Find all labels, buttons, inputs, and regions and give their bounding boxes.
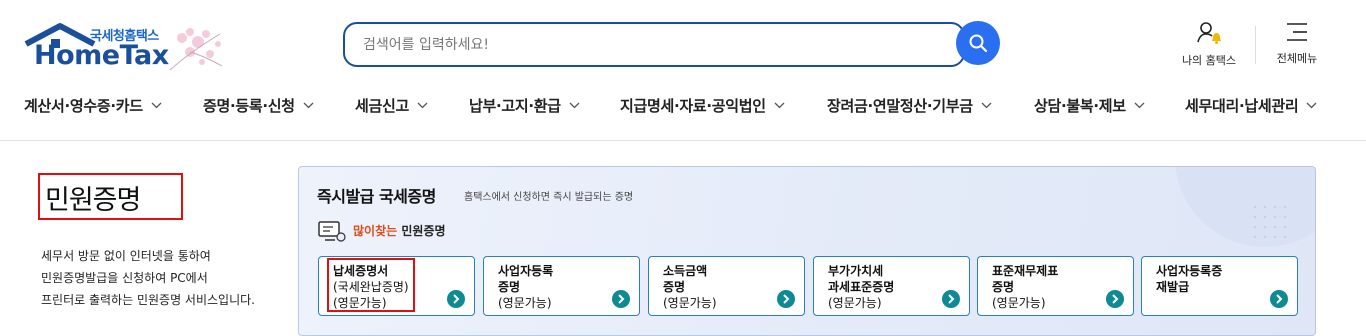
arrow-right-icon[interactable] [1106, 290, 1124, 308]
arrow-right-icon[interactable] [942, 290, 960, 308]
gnb-item-label: 증명·등록·신청 [203, 97, 295, 115]
chevron-down-icon [303, 102, 314, 109]
nav-divider [0, 140, 1366, 141]
arrow-right-icon[interactable] [447, 290, 465, 308]
hometax-logo[interactable]: 국세청홈택스 HomeTax [24, 22, 234, 74]
blossom-icon [169, 28, 223, 71]
card-vat-base-cert[interactable]: 부가가치세 과세표준증명 (영문가능) [813, 256, 970, 316]
gnb-item-payment[interactable]: 납부·고지·환급 [469, 95, 580, 116]
instant-issue-title: 즉시발급 국세증명 [317, 187, 436, 206]
chevron-down-icon [417, 102, 428, 109]
card-title: 부가가치세 [828, 264, 884, 278]
arrow-right-icon[interactable] [1270, 290, 1288, 308]
card-subtitle: (영문가능) [663, 296, 717, 310]
chevron-down-icon [1306, 102, 1317, 109]
card-title: 증명 [498, 280, 521, 294]
description-line: 민원증명발급을 신청하여 PC에서 [41, 271, 208, 285]
arrow-right-icon[interactable] [777, 290, 795, 308]
card-subtitle: (영문가능) [498, 296, 552, 310]
monitor-chat-icon [318, 221, 346, 242]
page-title: 민원증명 [45, 185, 141, 216]
card-business-registration-reissue[interactable]: 사업자등록증 재발급 [1141, 256, 1298, 316]
popular-text: 민원증명 [401, 224, 446, 238]
card-financial-statement-cert[interactable]: 표준재무제표 증명 (영문가능) [977, 256, 1134, 316]
arrow-right-icon[interactable] [612, 290, 630, 308]
gnb-item-certificate[interactable]: 증명·등록·신청 [203, 95, 314, 116]
page-description: 세무서 방문 없이 인터넷을 통하여 민원증명발급을 신청하여 PC에서 프린터… [41, 245, 301, 311]
all-menu-button[interactable]: 전체메뉴 [1272, 20, 1322, 66]
popular-hot-text: 많이찾는 [353, 224, 398, 238]
gnb-item-label: 계산서·영수증·카드 [24, 97, 143, 115]
popular-label: 많이찾는 민원증명 [353, 222, 446, 239]
my-hometax-label: 나의 홈택스 [1181, 54, 1237, 67]
card-title: 표준재무제표 [992, 264, 1059, 278]
gnb-item-label: 지급명세·자료·공익법인 [620, 97, 766, 115]
gnb-item-consult[interactable]: 상담·불복·제보 [1034, 95, 1145, 116]
card-subtitle: (영문가능) [992, 296, 1046, 310]
gnb-item-label: 납부·고지·환급 [469, 97, 561, 115]
chevron-down-icon [1134, 102, 1145, 109]
card-title: 과세표준증명 [828, 280, 895, 294]
card-income-amount-cert[interactable]: 소득금액 증명 (영문가능) [648, 256, 805, 316]
person-bell-icon [1197, 22, 1221, 44]
chevron-down-icon [569, 102, 580, 109]
card-title: 소득금액 [663, 264, 708, 278]
hamburger-icon [1287, 23, 1307, 41]
instant-issue-desc: 홈택스에서 신청하면 즉시 발급되는 증명 [464, 192, 634, 203]
chevron-down-icon [981, 102, 992, 109]
search-button[interactable] [956, 21, 1000, 65]
gnb-item-tax-report[interactable]: 세금신고 [355, 95, 428, 116]
util-divider [1255, 26, 1256, 64]
card-title: 사업자등록 [498, 264, 554, 278]
card-tax-payment-cert[interactable]: 납세증명서 (국세완납증명) (영문가능) [318, 256, 475, 316]
gnb-item-invoice[interactable]: 계산서·영수증·카드 [24, 95, 162, 116]
my-hometax-button[interactable]: 나의 홈택스 [1178, 20, 1240, 68]
gnb-item-statement[interactable]: 지급명세·자료·공익법인 [620, 95, 785, 116]
gnb-item-label: 상담·불복·제보 [1034, 97, 1126, 115]
card-title: 납세증명서 [333, 264, 389, 278]
global-nav: 계산서·영수증·카드 증명·등록·신청 세금신고 납부·고지·환급 지급명세·자… [0, 90, 1366, 126]
card-business-registration-cert[interactable]: 사업자등록 증명 (영문가능) [483, 256, 640, 316]
gnb-item-incentive[interactable]: 장려금·연말정산·기부금 [827, 95, 992, 116]
all-menu-label: 전체메뉴 [1276, 52, 1318, 65]
gnb-item-label: 장려금·연말정산·기부금 [827, 97, 973, 115]
card-subtitle: (국세완납증명) [333, 280, 409, 294]
gnb-item-agent[interactable]: 세무대리·납세관리 [1185, 95, 1317, 116]
chevron-down-icon [774, 102, 785, 109]
description-line: 프린터로 출력하는 민원증명 서비스입니다. [41, 293, 255, 307]
page-title-highlight: 민원증명 [38, 173, 183, 220]
card-subtitle: (영문가능) [333, 296, 387, 310]
card-title: 사업자등록증 [1156, 264, 1223, 278]
gnb-item-label: 세무대리·납세관리 [1185, 97, 1299, 115]
chevron-down-icon [151, 102, 162, 109]
gnb-item-label: 세금신고 [355, 97, 410, 115]
card-title: 재발급 [1156, 280, 1190, 294]
card-subtitle: (영문가능) [828, 296, 882, 310]
header: 국세청홈택스 HomeTax 나의 홈택스 [0, 0, 1366, 90]
search-icon [969, 34, 988, 53]
card-title: 증명 [992, 280, 1015, 294]
description-line: 세무서 방문 없이 인터넷을 통하여 [41, 249, 211, 263]
search-box [343, 22, 965, 67]
logo-title: HomeTax [34, 40, 169, 71]
search-input[interactable] [363, 35, 923, 55]
card-title: 증명 [663, 280, 686, 294]
